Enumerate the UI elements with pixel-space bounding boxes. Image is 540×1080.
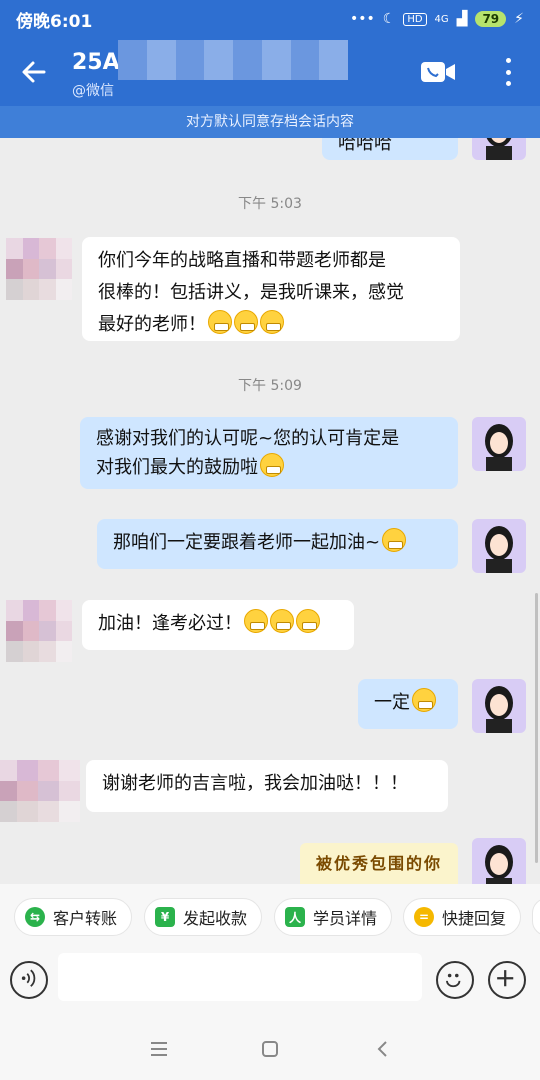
message-text: 最好的老师！ bbox=[98, 314, 206, 335]
cheer-emoji-icon bbox=[412, 688, 436, 712]
chip-label: 学员详情 bbox=[313, 909, 378, 928]
message-text: 谢谢老师的吉言啦，我会加油哒！！！ bbox=[102, 773, 408, 794]
message-bubble-in[interactable]: 谢谢老师的吉言啦，我会加油哒！！！ bbox=[86, 760, 448, 812]
system-nav-bar bbox=[0, 1016, 540, 1080]
grin-emoji-icon bbox=[208, 310, 232, 334]
message-bubble-in[interactable]: 你们今年的战略直播和带题老师都是 很棒的！包括讲义，是我听课来，感觉 最好的老师… bbox=[82, 237, 460, 341]
video-call-button[interactable] bbox=[420, 58, 456, 86]
person-icon: 人 bbox=[285, 907, 305, 927]
charging-icon: ⚡ bbox=[514, 11, 524, 27]
message-bubble-out[interactable]: 一定 bbox=[358, 679, 458, 729]
chat-header: 25A @微信 bbox=[0, 38, 540, 106]
contact-avatar[interactable] bbox=[6, 600, 72, 662]
dot-icon bbox=[505, 58, 511, 63]
back-chevron-icon bbox=[377, 1041, 387, 1057]
chip-label: 客户转账 bbox=[53, 909, 118, 928]
contact-name-mosaic bbox=[118, 40, 348, 80]
emoji-button[interactable] bbox=[436, 961, 474, 999]
status-bar: 傍晚6:01 ••• ☾ HD 4G ▟ 79 ⚡ bbox=[0, 0, 540, 38]
grin-emoji-icon bbox=[260, 310, 284, 334]
message-bubble-out[interactable]: 哈哈哈 bbox=[322, 138, 458, 160]
contact-source: @微信 bbox=[72, 83, 114, 99]
sticker-message[interactable]: 被优秀包围的你 bbox=[300, 843, 458, 884]
collect-payment-button[interactable]: ¥ 发起收款 bbox=[144, 898, 263, 936]
cheer-emoji-icon bbox=[244, 609, 268, 633]
back-button[interactable] bbox=[18, 56, 50, 88]
customer-transfer-button[interactable]: ⇆ 客户转账 bbox=[14, 898, 133, 936]
input-bar bbox=[0, 950, 540, 1016]
message-text: 哈哈哈 bbox=[338, 138, 392, 154]
chat-scrollbar[interactable] bbox=[535, 593, 538, 863]
message-text: 很棒的！包括讲义，是我听课来，感觉 bbox=[98, 282, 404, 303]
cheer-emoji-icon bbox=[382, 528, 407, 552]
moon-icon: ☾ bbox=[382, 11, 396, 27]
message-bubble-in[interactable]: 加油！逢考必过！ bbox=[82, 600, 354, 650]
chip-label: 快捷回复 bbox=[442, 909, 507, 928]
quick-reply-button[interactable]: = 快捷回复 bbox=[403, 898, 522, 936]
menu-icon bbox=[151, 1042, 167, 1056]
dot-icon bbox=[505, 69, 511, 75]
my-avatar[interactable] bbox=[472, 679, 526, 733]
message-bubble-out[interactable]: 那咱们一定要跟着老师一起加油~ bbox=[97, 519, 458, 569]
contact-avatar[interactable] bbox=[6, 238, 72, 300]
battery-level: 79 bbox=[475, 11, 507, 27]
more-options-button[interactable] bbox=[498, 54, 518, 90]
cheer-emoji-icon bbox=[296, 609, 320, 633]
message-text: 一定 bbox=[374, 692, 410, 713]
my-avatar[interactable] bbox=[472, 417, 526, 471]
add-attachment-button[interactable] bbox=[488, 961, 526, 999]
message-bubble-out[interactable]: 感谢对我们的认可呢~您的认可肯定是 对我们最大的鼓励啦 bbox=[80, 417, 458, 489]
plus-icon bbox=[497, 970, 514, 987]
quick-action-bar: ⇆ 客户转账 ¥ 发起收款 人 学员详情 = 快捷回复 bbox=[0, 884, 540, 950]
chip-label: 发起收款 bbox=[183, 909, 248, 928]
home-nav-button[interactable] bbox=[257, 1036, 283, 1062]
back-arrow-icon bbox=[22, 61, 46, 83]
voice-input-button[interactable] bbox=[10, 961, 48, 999]
signal-label: 4G bbox=[434, 13, 449, 25]
quick-reply-icon: = bbox=[414, 907, 434, 927]
message-text: 加油！逢考必过！ bbox=[98, 613, 242, 634]
dot-icon bbox=[505, 81, 511, 86]
home-icon bbox=[262, 1041, 278, 1057]
hd-badge: HD bbox=[403, 12, 427, 26]
chat-area[interactable]: 哈哈哈 下午 5:03 你们今年的战略直播和带题老师都是 很棒的！包括讲义，是我… bbox=[0, 138, 540, 884]
menu-nav-button[interactable] bbox=[146, 1036, 172, 1062]
grin-emoji-icon bbox=[234, 310, 258, 334]
notification-dots: ••• bbox=[349, 11, 375, 27]
my-avatar[interactable] bbox=[472, 838, 526, 884]
status-time: 傍晚6:01 bbox=[16, 11, 93, 32]
my-avatar[interactable] bbox=[472, 138, 526, 160]
yuan-icon: ¥ bbox=[155, 907, 175, 927]
student-details-button[interactable]: 人 学员详情 bbox=[274, 898, 393, 936]
contact-name: 25A bbox=[72, 50, 120, 75]
cheer-emoji-icon bbox=[270, 609, 294, 633]
more-actions-chip[interactable] bbox=[532, 898, 540, 936]
smiley-icon bbox=[446, 973, 461, 988]
grin-emoji-icon bbox=[260, 453, 284, 477]
signal-icon: ▟ bbox=[456, 11, 468, 27]
transfer-icon: ⇆ bbox=[25, 907, 45, 927]
my-avatar[interactable] bbox=[472, 519, 526, 573]
voice-icon bbox=[21, 969, 36, 987]
timestamp: 下午 5:03 bbox=[238, 196, 302, 212]
message-text: 对我们最大的鼓励啦 bbox=[96, 457, 258, 478]
archive-notice: 对方默认同意存档会话内容 bbox=[0, 106, 540, 138]
message-text: 那咱们一定要跟着老师一起加油~ bbox=[113, 532, 381, 553]
video-call-icon bbox=[421, 62, 455, 82]
message-text: 你们今年的战略直播和带题老师都是 bbox=[98, 250, 386, 271]
message-input[interactable] bbox=[58, 953, 422, 1001]
timestamp: 下午 5:09 bbox=[238, 378, 302, 394]
message-text: 感谢对我们的认可呢~您的认可肯定是 bbox=[96, 428, 400, 449]
back-nav-button[interactable] bbox=[370, 1036, 396, 1062]
contact-avatar[interactable] bbox=[0, 760, 80, 822]
status-icons: ••• ☾ HD 4G ▟ 79 ⚡ bbox=[350, 11, 524, 27]
